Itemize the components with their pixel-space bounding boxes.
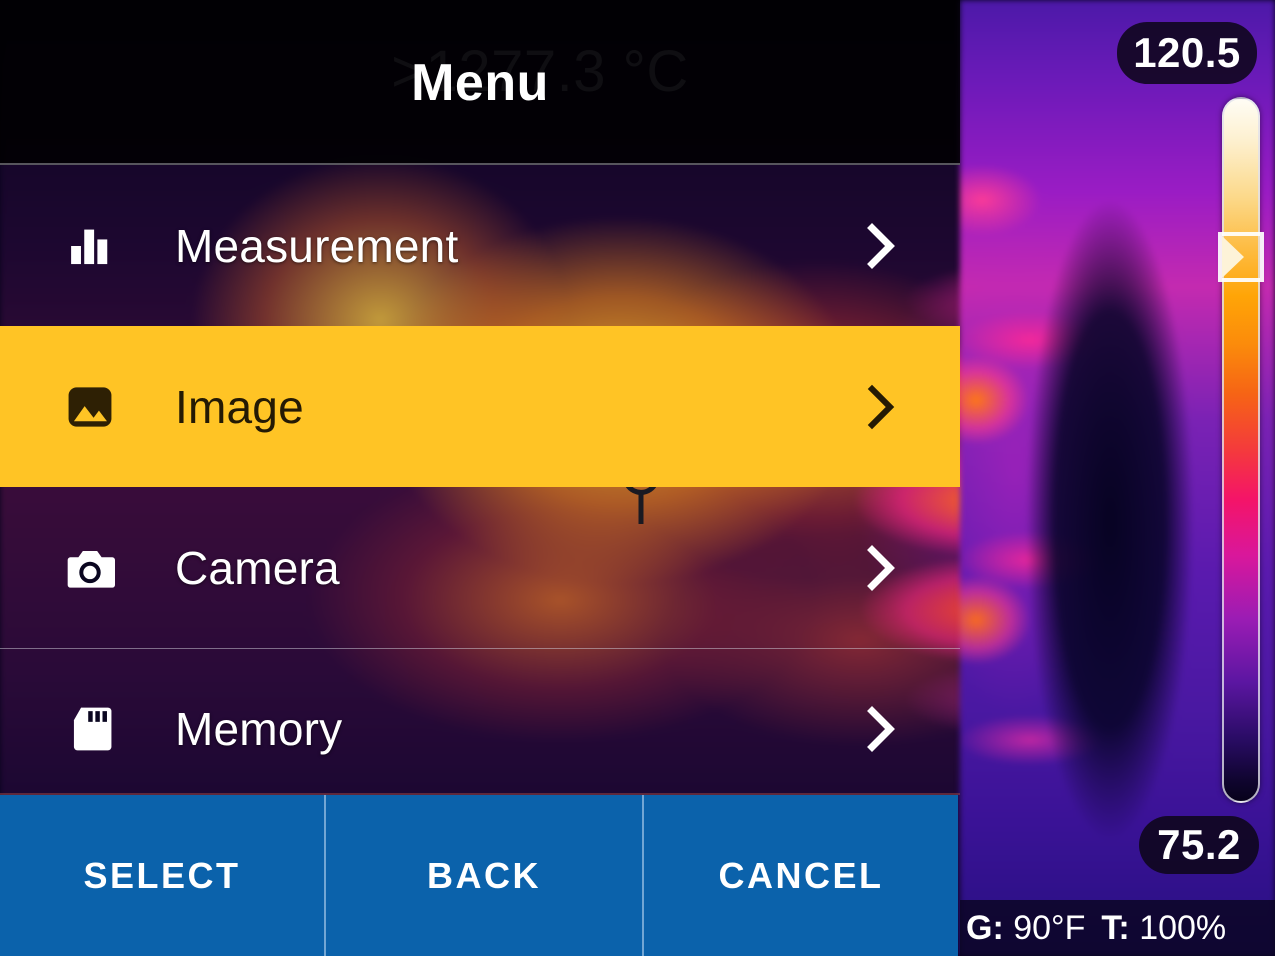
menu-list: Measurement Image bbox=[0, 165, 960, 793]
menu-item-label: Measurement bbox=[175, 219, 458, 273]
button-bar: SELECT BACK CANCEL bbox=[0, 793, 960, 956]
transmission-label: T: bbox=[1101, 909, 1129, 948]
transmission-value: 100% bbox=[1139, 909, 1226, 948]
status-bar: G: 90°F T: 100% bbox=[960, 900, 1275, 956]
menu-item-label: Camera bbox=[175, 541, 340, 595]
menu-item-memory[interactable]: Memory bbox=[0, 648, 960, 809]
scale-max-temperature-badge[interactable]: 120.5 bbox=[1117, 22, 1257, 84]
menu-item-label: Image bbox=[175, 380, 304, 434]
menu-item-measurement[interactable]: Measurement bbox=[0, 165, 960, 326]
menu-panel: >1277.3 °C Menu Measurement bbox=[0, 0, 960, 956]
page-title: Menu bbox=[0, 0, 960, 165]
scale-min-temperature-badge[interactable]: 75.2 bbox=[1139, 816, 1259, 874]
select-button[interactable]: SELECT bbox=[0, 795, 324, 956]
back-button[interactable]: BACK bbox=[324, 795, 644, 956]
chevron-right-icon bbox=[864, 544, 898, 592]
camera-icon bbox=[62, 540, 118, 596]
emissivity-value: 90°F bbox=[1013, 909, 1085, 948]
menu-item-label: Memory bbox=[175, 702, 342, 756]
scale-marker-chevron-icon[interactable] bbox=[1218, 232, 1264, 282]
cancel-button[interactable]: CANCEL bbox=[644, 795, 958, 956]
photo-icon bbox=[62, 379, 118, 435]
sd-card-icon bbox=[62, 701, 118, 757]
bar-chart-icon bbox=[62, 218, 118, 274]
chevron-right-icon bbox=[864, 705, 898, 753]
thermal-camera-screen: >1277.3 °C Menu Measurement bbox=[0, 0, 1275, 956]
chevron-right-icon bbox=[864, 383, 898, 431]
color-palette-bar bbox=[1222, 97, 1260, 803]
menu-item-camera[interactable]: Camera bbox=[0, 487, 960, 648]
menu-header: >1277.3 °C Menu bbox=[0, 0, 960, 165]
emissivity-label: G: bbox=[966, 909, 1004, 948]
temperature-color-scale[interactable] bbox=[1222, 97, 1260, 803]
chevron-right-icon bbox=[864, 222, 898, 270]
menu-item-image[interactable]: Image bbox=[0, 326, 960, 487]
